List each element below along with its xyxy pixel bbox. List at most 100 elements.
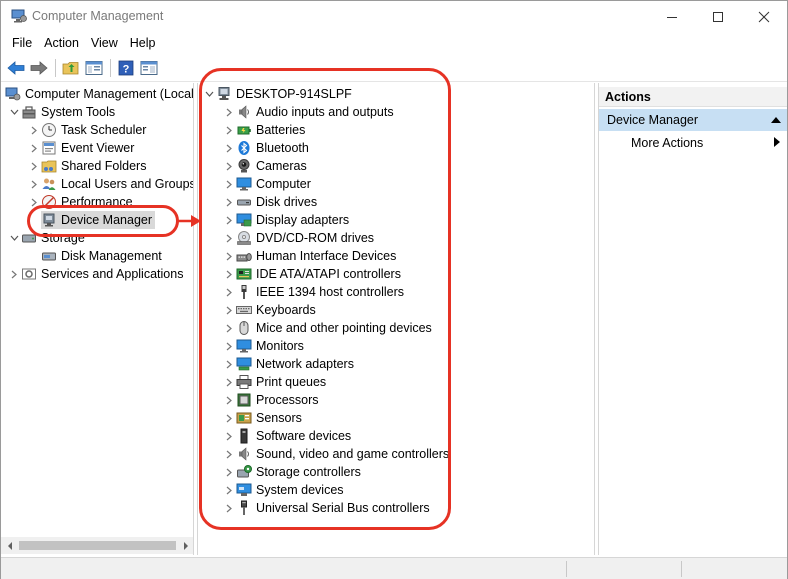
chevron-right-icon[interactable] [222, 121, 236, 139]
device-category-item[interactable]: Sensors [222, 409, 302, 427]
chevron-right-icon[interactable] [222, 103, 236, 121]
chevron-right-icon[interactable] [222, 265, 236, 283]
chevron-right-icon[interactable] [27, 175, 41, 193]
device-category-item[interactable]: Keyboards [222, 301, 316, 319]
scroll-right-arrow-icon[interactable] [177, 537, 193, 554]
chevron-right-icon[interactable] [222, 193, 236, 211]
chevron-right-icon[interactable] [222, 175, 236, 193]
minimize-button[interactable] [649, 1, 695, 32]
chevron-right-icon[interactable] [222, 211, 236, 229]
device-category-item[interactable]: Sound, video and game controllers [222, 445, 449, 463]
actions-section-label: Device Manager [607, 113, 699, 127]
tree-item-disk-management[interactable]: Disk Management [41, 247, 162, 265]
more-actions-link[interactable]: More Actions [631, 136, 703, 150]
chevron-right-icon[interactable] [222, 139, 236, 157]
device-category-item[interactable]: Display adapters [222, 211, 349, 229]
computer-management-window: Computer Management File Action View Hel… [0, 0, 788, 579]
close-button[interactable] [741, 1, 787, 32]
chevron-right-icon[interactable] [222, 355, 236, 373]
tree-item-system-tools[interactable]: System Tools [7, 103, 115, 121]
device-category-item[interactable]: Bluetooth [222, 139, 309, 157]
chevron-right-icon[interactable] [222, 427, 236, 445]
actions-section-device-manager[interactable]: Device Manager [599, 109, 787, 131]
collapse-up-icon[interactable] [771, 109, 781, 131]
camera-icon [236, 158, 252, 174]
chevron-right-icon[interactable] [222, 229, 236, 247]
chevron-down-icon[interactable] [7, 229, 21, 247]
chevron-right-icon[interactable] [222, 481, 236, 499]
device-category-item[interactable]: IEEE 1394 host controllers [222, 283, 404, 301]
chevron-right-icon[interactable] [222, 499, 236, 517]
tree-item-shared-folders[interactable]: Shared Folders [27, 157, 146, 175]
chevron-right-icon[interactable] [222, 319, 236, 337]
maximize-button[interactable] [695, 1, 741, 32]
chevron-right-icon[interactable] [27, 139, 41, 157]
tree-item-services-and-applications[interactable]: Services and Applications [7, 265, 183, 283]
device-category-item[interactable]: Processors [222, 391, 319, 409]
device-category-item[interactable]: DVD/CD-ROM drives [222, 229, 374, 247]
up-level-button[interactable] [60, 58, 81, 79]
device-category-label: System devices [256, 483, 344, 497]
device-category-item[interactable]: System devices [222, 481, 344, 499]
forward-button[interactable] [28, 58, 49, 79]
device-category-item[interactable]: IDE ATA/ATAPI controllers [222, 265, 401, 283]
tree-item-computer-management[interactable]: Computer Management (Local [5, 85, 194, 103]
device-category-item[interactable]: Universal Serial Bus controllers [222, 499, 430, 517]
tree-item-device-manager[interactable]: Device Manager [41, 211, 156, 229]
chevron-right-icon[interactable] [222, 445, 236, 463]
show-hide-action-pane-button[interactable] [138, 58, 159, 79]
show-hide-console-tree-button[interactable] [83, 58, 104, 79]
help-button[interactable]: ? [115, 58, 136, 79]
device-category-item[interactable]: Human Interface Devices [222, 247, 396, 265]
chevron-right-icon[interactable] [222, 373, 236, 391]
chevron-right-icon[interactable] [222, 301, 236, 319]
tree-label: Computer Management (Local [25, 87, 194, 101]
chevron-right-icon[interactable] [222, 247, 236, 265]
device-category-item[interactable]: Storage controllers [222, 463, 361, 481]
menu-help[interactable]: Help [124, 33, 162, 53]
scrollbar-thumb[interactable] [19, 541, 176, 550]
device-category-item[interactable]: Software devices [222, 427, 351, 445]
device-category-item[interactable]: Network adapters [222, 355, 354, 373]
processor-icon [236, 392, 252, 408]
device-category-item[interactable]: Print queues [222, 373, 326, 391]
chevron-down-icon[interactable] [7, 103, 21, 121]
tree-item-computer-root[interactable]: DESKTOP-914SLPF [202, 85, 352, 103]
tree-item-local-users-and-groups[interactable]: Local Users and Groups [27, 175, 193, 193]
device-category-label: Network adapters [256, 357, 354, 371]
tree-item-storage[interactable]: Storage [7, 229, 85, 247]
device-category-item[interactable]: Disk drives [222, 193, 317, 211]
tree-label: Shared Folders [61, 159, 147, 173]
submenu-arrow-icon[interactable] [774, 137, 780, 149]
device-category-item[interactable]: Mice and other pointing devices [222, 319, 432, 337]
ide-icon [236, 266, 252, 282]
device-category-item[interactable]: Computer [222, 175, 311, 193]
chevron-right-icon[interactable] [7, 265, 21, 283]
menu-file[interactable]: File [6, 33, 38, 53]
device-category-item[interactable]: Audio inputs and outputs [222, 103, 394, 121]
device-category-label: Print queues [256, 375, 327, 389]
chevron-right-icon[interactable] [222, 463, 236, 481]
back-button[interactable] [5, 58, 26, 79]
scroll-left-arrow-icon[interactable] [1, 537, 18, 554]
chevron-right-icon[interactable] [27, 157, 41, 175]
chevron-right-icon[interactable] [222, 283, 236, 301]
tree-item-event-viewer[interactable]: Event Viewer [27, 139, 134, 157]
device-category-item[interactable]: Monitors [222, 337, 304, 355]
chevron-right-icon[interactable] [222, 157, 236, 175]
chevron-right-icon[interactable] [27, 193, 41, 211]
chevron-right-icon[interactable] [222, 391, 236, 409]
tree-item-task-scheduler[interactable]: Task Scheduler [27, 121, 146, 139]
maximize-icon [713, 11, 723, 22]
chevron-right-icon[interactable] [222, 409, 236, 427]
chevron-down-icon[interactable] [202, 85, 216, 103]
tree-item-performance[interactable]: Performance [27, 193, 133, 211]
menu-view[interactable]: View [85, 33, 124, 53]
device-category-item[interactable]: Cameras [222, 157, 307, 175]
horizontal-scrollbar[interactable] [1, 537, 193, 554]
chevron-right-icon[interactable] [27, 121, 41, 139]
menu-action[interactable]: Action [38, 33, 85, 53]
device-category-item[interactable]: Batteries [222, 121, 305, 139]
software-device-icon [236, 428, 252, 444]
chevron-right-icon[interactable] [222, 337, 236, 355]
